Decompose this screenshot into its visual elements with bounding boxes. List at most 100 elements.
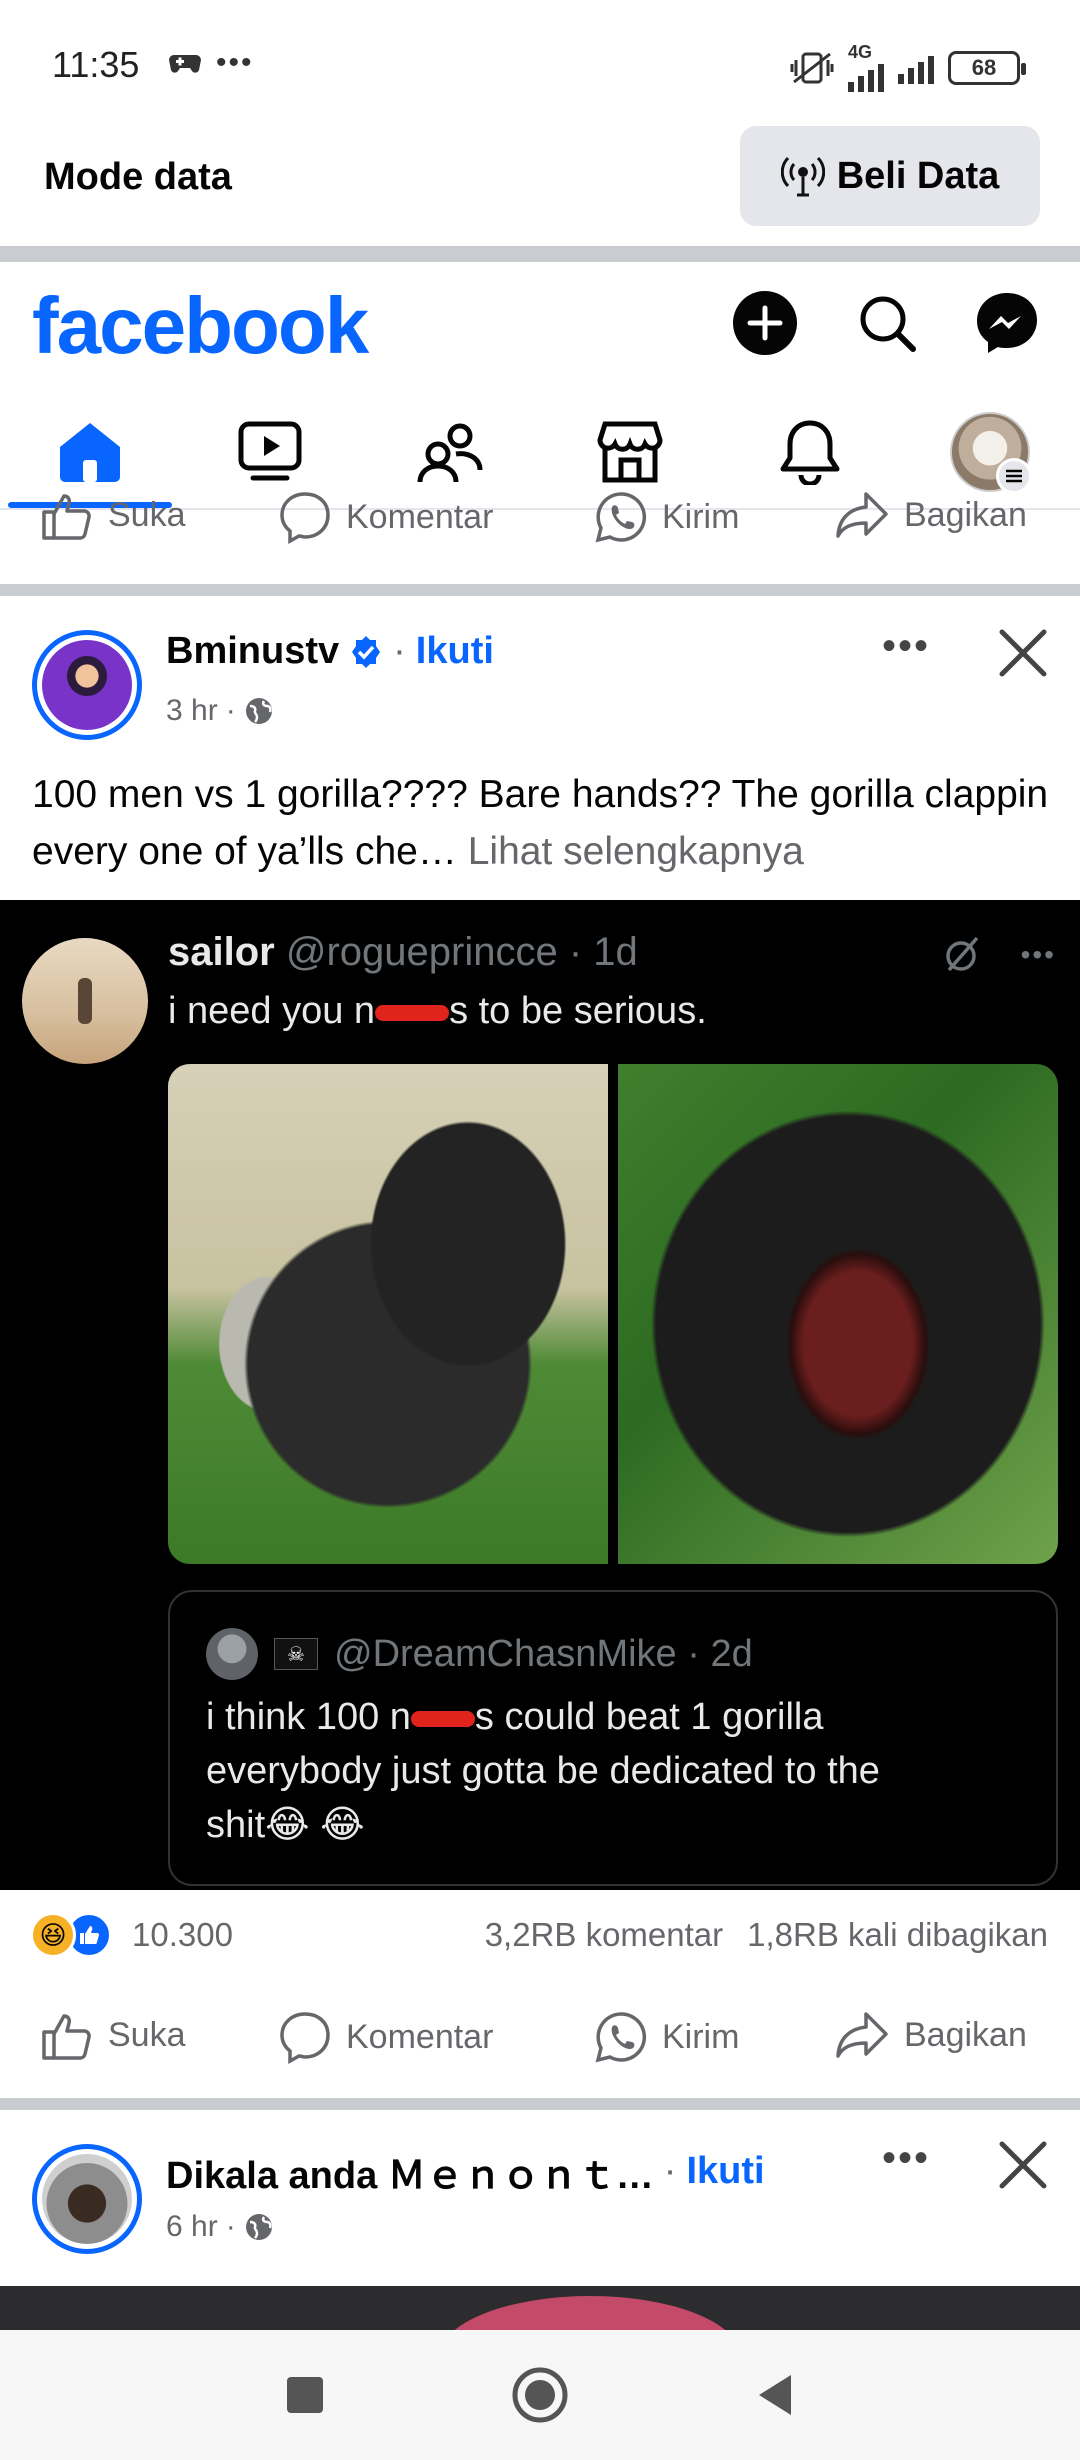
- quoted-text: i think 100 ns could beat 1 gorilla ever…: [206, 1696, 880, 1846]
- quoted-tweet: ☠ @DreamChasnMike · 2d i think 100 ns co…: [168, 1590, 1058, 1886]
- follow-button[interactable]: Ikuti: [416, 630, 494, 673]
- grok-icon: [945, 936, 978, 972]
- gorilla-roaring-image: [618, 1064, 1058, 1564]
- gorilla-standing-image: [168, 1064, 608, 1564]
- battery-icon: 68: [948, 51, 1026, 85]
- circle-icon: [512, 2367, 568, 2423]
- facebook-logo[interactable]: facebook: [32, 280, 369, 372]
- comment-icon: [280, 492, 330, 544]
- post-header-2: Dikala anda Ｍｅｎｏｎｔ… · Ikuti 6 hr · •••: [0, 2110, 1080, 2286]
- video-icon: [238, 421, 302, 481]
- author-line: Dikala anda Ｍｅｎｏｎｔ… · Ikuti: [166, 2144, 765, 2199]
- haha-reaction-icon: 😆: [30, 1912, 76, 1958]
- whatsapp-icon: [595, 492, 647, 543]
- home-system-button[interactable]: [505, 2360, 575, 2430]
- verified-badge-icon: [352, 635, 381, 668]
- share-button[interactable]: Bagikan: [834, 490, 1027, 540]
- author-avatar[interactable]: [32, 2144, 142, 2254]
- messenger-icon: [977, 293, 1037, 353]
- tweet-handle: @rogueprincce · 1d: [285, 930, 638, 974]
- divider: [0, 2098, 1080, 2110]
- marketplace-icon: [597, 421, 663, 483]
- recent-apps-button[interactable]: [270, 2360, 340, 2430]
- close-icon[interactable]: [996, 626, 1050, 680]
- comment-button[interactable]: Komentar: [278, 490, 493, 544]
- tweet-more-icon: •••: [1020, 939, 1056, 970]
- data-mode-bar: Mode data Beli Data: [0, 126, 1080, 246]
- post-time[interactable]: 3 hr: [166, 694, 218, 728]
- vibrate-off-icon: [790, 52, 834, 84]
- data-mode-title: Mode data: [44, 156, 232, 198]
- divider: [0, 246, 1080, 262]
- more-options-icon[interactable]: •••: [882, 624, 930, 669]
- tweet-text: i need you ns to be serious.: [168, 990, 707, 1032]
- author-avatar[interactable]: [32, 630, 142, 740]
- post-2-media[interactable]: [0, 2286, 1080, 2330]
- share-count[interactable]: 1,8RB kali dibagikan: [747, 1916, 1048, 1954]
- post-time[interactable]: 6 hr: [166, 2210, 218, 2244]
- quoted-avatar: [206, 1628, 258, 1680]
- share-icon: [836, 492, 888, 538]
- plus-icon: [733, 291, 797, 355]
- friends-icon: [417, 423, 483, 483]
- post-caption: 100 men vs 1 gorilla???? Bare hands?? Th…: [32, 773, 1049, 873]
- back-triangle-icon: [759, 2375, 791, 2415]
- tweet-author: sailor @rogueprincce · 1d: [168, 930, 638, 974]
- signal-icon: [848, 60, 884, 92]
- follow-button[interactable]: Ikuti: [686, 2150, 764, 2193]
- status-time: 11:35: [52, 44, 140, 85]
- send-button[interactable]: Kirim: [594, 2010, 739, 2064]
- send-button[interactable]: Kirim: [594, 490, 739, 544]
- reaction-summary: 😆 10.300 3,2RB komentar 1,8RB kali dibag…: [0, 1890, 1080, 1980]
- broadcast-icon: [780, 156, 825, 197]
- post-meta: 3 hr ·: [166, 694, 274, 728]
- reaction-count[interactable]: 10.300: [132, 1916, 233, 1954]
- more-notifications-icon: •••: [216, 46, 254, 79]
- comment-count[interactable]: 3,2RB komentar: [485, 1916, 723, 1954]
- see-more-link[interactable]: Lihat selengkapnya: [468, 830, 804, 873]
- square-icon: [287, 2377, 323, 2413]
- share-icon: [836, 2012, 888, 2058]
- thumbs-up-icon: [42, 494, 91, 540]
- buy-data-button[interactable]: Beli Data: [740, 126, 1040, 226]
- post-header: Bminustv · Ikuti 3 hr · ••• 100 men vs 1…: [0, 596, 1080, 900]
- author-name[interactable]: Dikala anda Ｍｅｎｏｎｔ…: [166, 2144, 654, 2199]
- divider: [0, 584, 1080, 596]
- buy-data-label: Beli Data: [836, 154, 1000, 197]
- home-icon: [60, 423, 120, 482]
- post-meta: 6 hr ·: [166, 2210, 274, 2244]
- create-button[interactable]: [730, 288, 800, 358]
- comment-icon: [280, 2012, 330, 2064]
- thumbs-up-icon: [42, 2014, 91, 2060]
- redaction-mark: [410, 1710, 475, 1727]
- signal-icon-2: [898, 52, 934, 84]
- search-button[interactable]: [852, 288, 922, 358]
- author-line: Bminustv · Ikuti: [166, 630, 494, 673]
- pirate-flag-icon: ☠: [274, 1638, 318, 1670]
- globe-icon: [245, 2214, 272, 2240]
- network-type: 4G: [848, 42, 873, 62]
- system-navigation-bar: [0, 2330, 1080, 2460]
- bell-icon: [780, 420, 840, 485]
- profile-avatar: [950, 412, 1032, 494]
- previous-post-actions: Suka Komentar Kirim Bagikan: [0, 482, 1080, 556]
- status-bar: 11:35 ••• 4G 68: [0, 0, 1080, 126]
- whatsapp-icon: [595, 2012, 647, 2063]
- game-controller-icon: [169, 55, 201, 73]
- more-options-icon[interactable]: •••: [882, 2136, 930, 2181]
- reaction-icons[interactable]: 😆: [30, 1912, 112, 1958]
- share-button[interactable]: Bagikan: [834, 2010, 1027, 2060]
- redaction-mark: [375, 1004, 450, 1021]
- facebook-header: facebook: [0, 262, 1080, 512]
- quoted-handle: @DreamChasnMike · 2d: [334, 1632, 753, 1675]
- comment-button[interactable]: Komentar: [278, 2010, 493, 2064]
- like-button[interactable]: Suka: [40, 490, 186, 540]
- globe-icon: [245, 698, 272, 724]
- back-button[interactable]: [740, 2360, 810, 2430]
- author-name[interactable]: Bminustv: [166, 630, 339, 673]
- close-icon[interactable]: [996, 2138, 1050, 2192]
- post-image-tweet[interactable]: sailor @rogueprincce · 1d ••• i need you…: [0, 900, 1080, 1890]
- like-button[interactable]: Suka: [40, 2010, 186, 2060]
- messenger-button[interactable]: [972, 288, 1042, 358]
- tweet-avatar: [22, 938, 148, 1064]
